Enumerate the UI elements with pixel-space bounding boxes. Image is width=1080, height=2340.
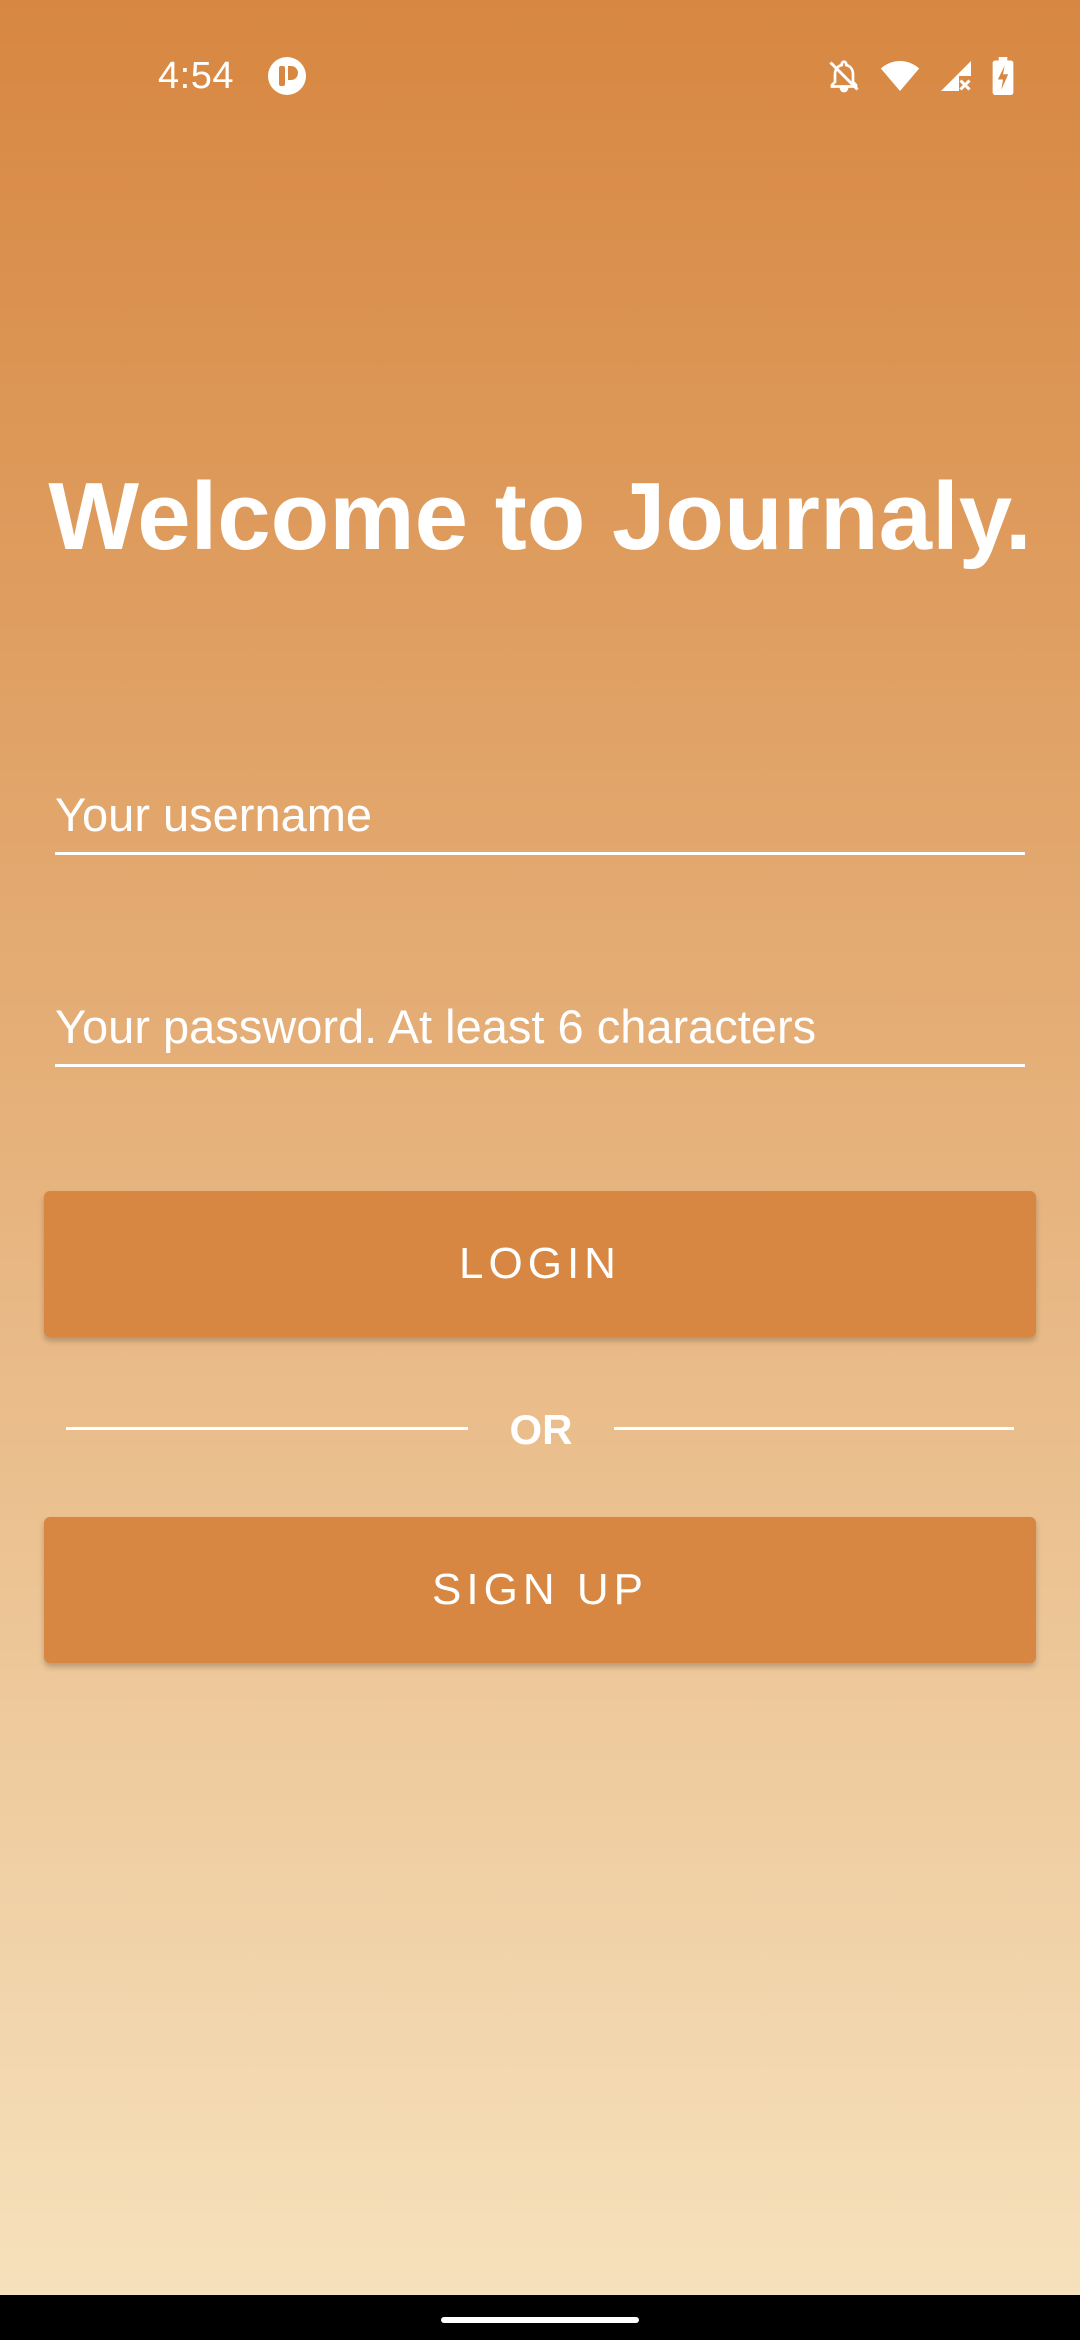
app-notification-icon xyxy=(268,57,306,95)
divider-line-right xyxy=(614,1427,1014,1430)
username-field xyxy=(55,772,1025,855)
status-bar: 4:54 xyxy=(0,0,1080,150)
navigation-bar xyxy=(0,2295,1080,2340)
bell-off-icon xyxy=(829,60,859,93)
signal-no-data-icon xyxy=(941,61,971,91)
password-field xyxy=(55,984,1025,1067)
username-input[interactable] xyxy=(55,787,1025,842)
status-time: 4:54 xyxy=(158,55,234,97)
or-divider: OR xyxy=(66,1400,1014,1460)
signup-button[interactable]: SIGN UP xyxy=(44,1517,1036,1663)
welcome-title: Welcome to Journaly. xyxy=(48,463,1032,570)
battery-charging-icon xyxy=(992,57,1014,95)
password-input[interactable] xyxy=(55,999,1025,1054)
wifi-icon xyxy=(880,61,920,91)
or-label: OR xyxy=(509,1406,573,1453)
divider-line-left xyxy=(66,1427,468,1430)
status-icons xyxy=(826,56,1014,96)
login-button[interactable]: LOGIN xyxy=(44,1191,1036,1337)
home-gesture-handle[interactable] xyxy=(441,2317,639,2323)
login-screen: 4:54 Welcome to Journaly. Your username … xyxy=(0,0,1080,2295)
